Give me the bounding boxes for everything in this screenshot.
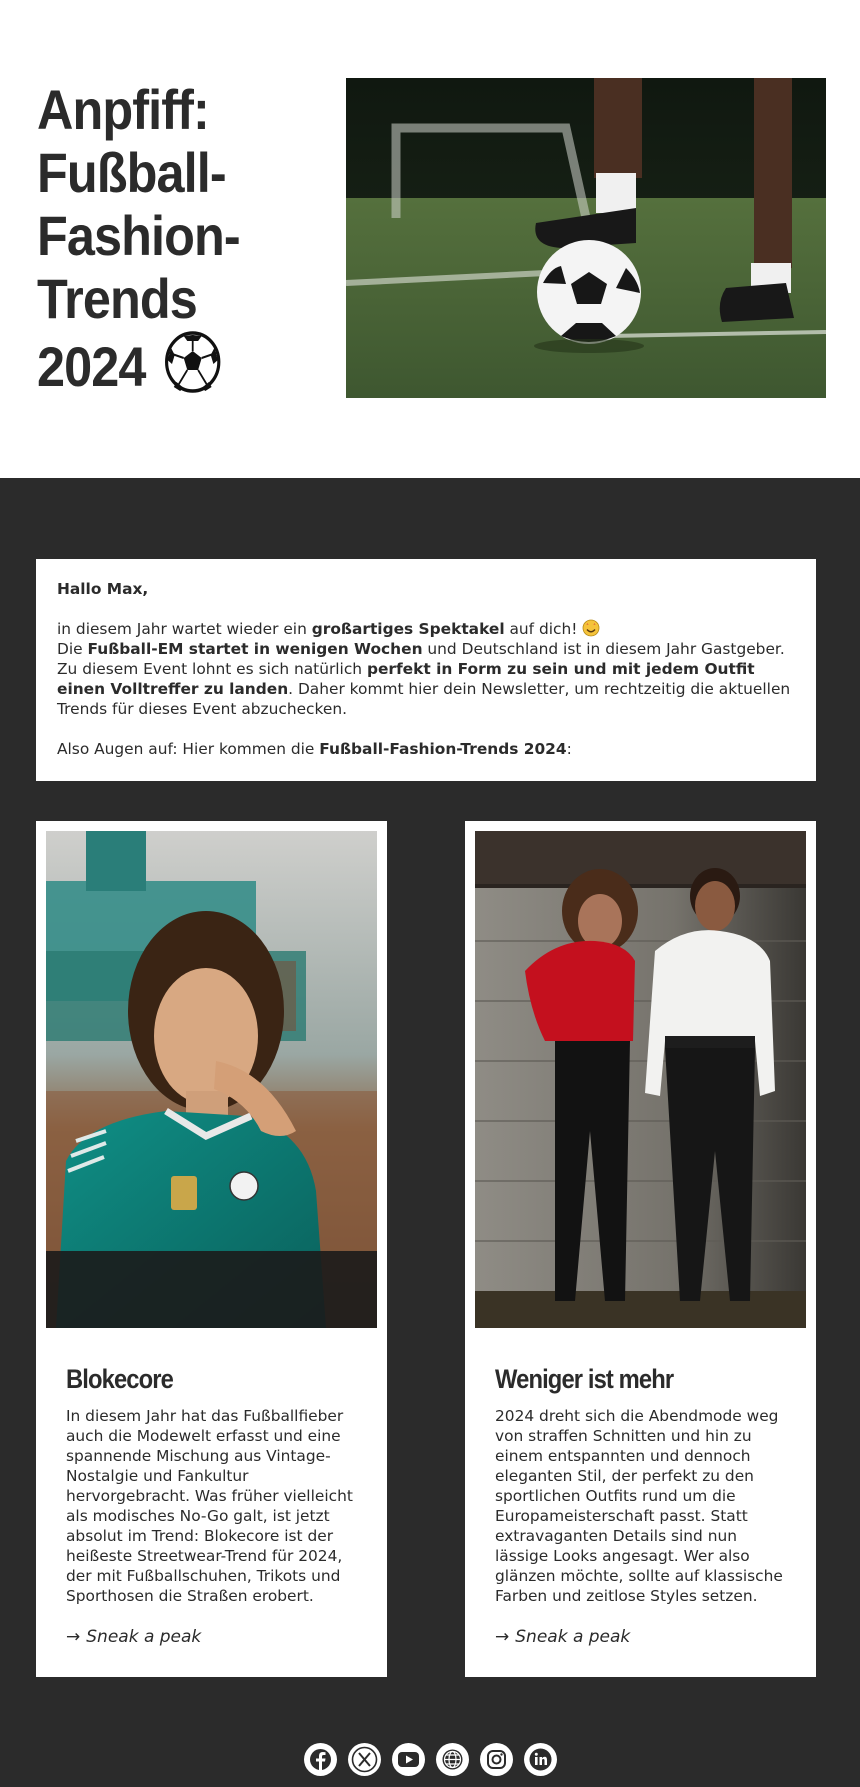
website-icon[interactable] bbox=[435, 1743, 469, 1776]
instagram-icon[interactable] bbox=[479, 1743, 513, 1776]
link-label: Sneak a peak bbox=[515, 1627, 631, 1647]
sneak-a-peak-link[interactable]: → Sneak a peak bbox=[495, 1625, 630, 1649]
youtube-icon[interactable] bbox=[391, 1743, 425, 1776]
intro-text: auf dich! bbox=[504, 620, 583, 638]
hero-title: Anpfiff: Fußball-Fashion-Trends 2024 bbox=[37, 78, 262, 398]
trend-card-blokecore: Blokecore In diesem Jahr hat das Fußball… bbox=[36, 821, 387, 1677]
intro-text: : bbox=[566, 740, 572, 758]
social-links bbox=[0, 1743, 860, 1777]
intro-paragraph-2: Also Augen auf: Hier kommen die Fußball-… bbox=[57, 739, 796, 759]
intro-highlight: großartiges Spektakel bbox=[311, 620, 505, 638]
hero-section: Anpfiff: Fußball-Fashion-Trends 2024 bbox=[0, 0, 860, 478]
couple-at-wall-photo bbox=[475, 831, 806, 1328]
arrow-right-icon: → bbox=[66, 1627, 81, 1647]
x-icon[interactable] bbox=[347, 1743, 381, 1776]
intro-box: Hallo Max, in diesem Jahr wartet wieder … bbox=[36, 559, 816, 781]
football-on-grass-photo bbox=[346, 78, 826, 398]
card-text: In diesem Jahr hat das Fußballfieber auc… bbox=[66, 1407, 353, 1605]
card-title: Blokecore bbox=[66, 1364, 174, 1394]
intro-highlight: Fußball-Fashion-Trends 2024 bbox=[319, 740, 567, 758]
arrow-right-icon: → bbox=[495, 1627, 510, 1647]
greeting: Hallo Max, bbox=[57, 580, 149, 598]
intro-highlight: Fußball-EM startet in wenigen Wochen bbox=[87, 640, 423, 658]
card-text: 2024 dreht sich die Abendmode weg von st… bbox=[495, 1407, 783, 1605]
link-label: Sneak a peak bbox=[86, 1627, 202, 1647]
intro-text: Also Augen auf: Hier kommen die bbox=[57, 740, 320, 758]
sneak-a-peak-link[interactable]: → Sneak a peak bbox=[66, 1625, 201, 1649]
trend-card-weniger-ist-mehr: Weniger ist mehr 2024 dreht sich die Abe… bbox=[465, 821, 816, 1677]
intro-text: in diesem Jahr wartet wieder ein bbox=[57, 620, 312, 638]
soccer-ball-icon bbox=[164, 330, 222, 394]
intro-paragraph-1: in diesem Jahr wartet wieder ein großart… bbox=[57, 619, 796, 719]
linkedin-icon[interactable] bbox=[523, 1743, 557, 1776]
facebook-icon[interactable] bbox=[303, 1743, 337, 1776]
card-title: Weniger ist mehr bbox=[495, 1364, 674, 1394]
woman-in-football-jersey-photo bbox=[46, 831, 377, 1328]
star-struck-face-icon bbox=[582, 619, 600, 637]
intro-text: Die bbox=[57, 640, 88, 658]
